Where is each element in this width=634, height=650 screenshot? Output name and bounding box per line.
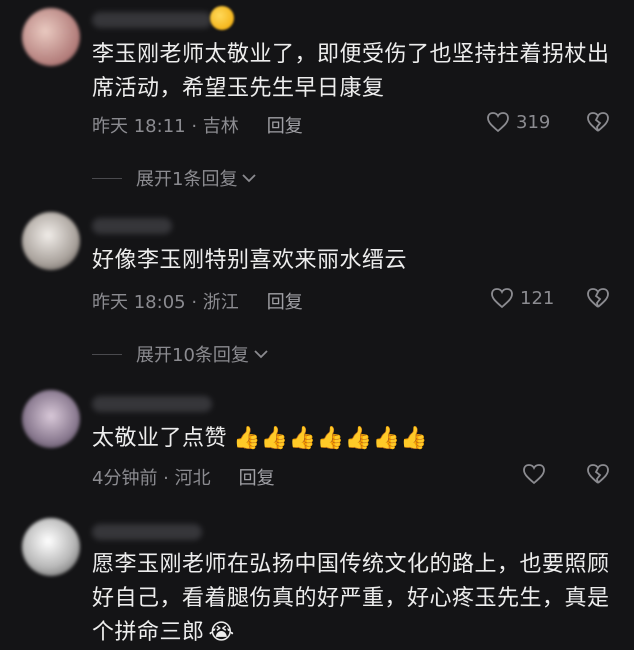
broken-heart-icon[interactable]: [586, 463, 610, 485]
username[interactable]: [92, 396, 212, 412]
time-location: 4分钟前 · 河北: [92, 468, 211, 489]
broken-heart-icon[interactable]: [586, 111, 610, 133]
comment-text: 好像李玉刚特别喜欢来丽水缙云: [92, 248, 408, 273]
reply-button[interactable]: 回复: [239, 464, 275, 490]
comment-text-content: 愿李玉刚老师在弘扬中国传统文化的路上，也要照顾好自己，看着腿伤真的好严重，好心疼…: [92, 552, 610, 645]
divider-line: [92, 353, 122, 355]
comment-meta: 昨天 18:11 · 吉林 回复: [92, 112, 303, 138]
time-location: 昨天 18:05 · 浙江: [92, 292, 239, 313]
reply-button[interactable]: 回复: [267, 112, 303, 138]
like-button[interactable]: 121: [490, 287, 554, 309]
comment-text: 太敬业了点赞 👍👍👍👍👍👍👍: [92, 422, 612, 456]
expand-label: 展开1条回复: [136, 169, 238, 190]
comment-text: 愿李玉刚老师在弘扬中国传统文化的路上，也要照顾好自己，看着腿伤真的好严重，好心疼…: [92, 548, 612, 650]
time-location: 昨天 18:11 · 吉林: [92, 116, 239, 137]
broken-heart-icon[interactable]: [586, 287, 610, 309]
like-button[interactable]: [522, 463, 546, 485]
heart-icon: [486, 111, 510, 133]
expand-replies-button[interactable]: 展开1条回复: [92, 165, 257, 191]
username[interactable]: [92, 12, 212, 28]
divider-line: [92, 177, 122, 179]
thumbs-up-emoji: 👍👍👍👍👍👍👍: [233, 426, 429, 451]
heart-icon: [522, 463, 546, 485]
chevron-down-icon: [241, 168, 257, 189]
expand-label: 展开10条回复: [136, 345, 249, 366]
like-count: 121: [520, 287, 555, 309]
avatar[interactable]: [22, 390, 80, 448]
comment-text: 李玉刚老师太敬业了，即便受伤了也坚持拄着拐杖出席活动，希望玉先生早日康复: [92, 42, 610, 101]
username[interactable]: [92, 218, 172, 234]
avatar[interactable]: [22, 212, 80, 270]
expand-replies-button[interactable]: 展开10条回复: [92, 341, 269, 367]
like-button[interactable]: 319: [486, 111, 550, 133]
emoji-badge-icon: [210, 6, 234, 30]
reply-button[interactable]: 回复: [267, 288, 303, 314]
heart-icon: [490, 287, 514, 309]
comment-text-content: 太敬业了点赞: [92, 426, 228, 451]
crying-emoji: 😭: [208, 620, 235, 645]
comment-meta: 4分钟前 · 河北 回复: [92, 464, 275, 490]
comment-meta: 昨天 18:05 · 浙江 回复: [92, 288, 303, 314]
chevron-down-icon: [253, 344, 269, 365]
avatar[interactable]: [22, 518, 80, 576]
username[interactable]: [92, 524, 202, 540]
avatar[interactable]: [22, 8, 80, 66]
like-count: 319: [516, 111, 551, 133]
